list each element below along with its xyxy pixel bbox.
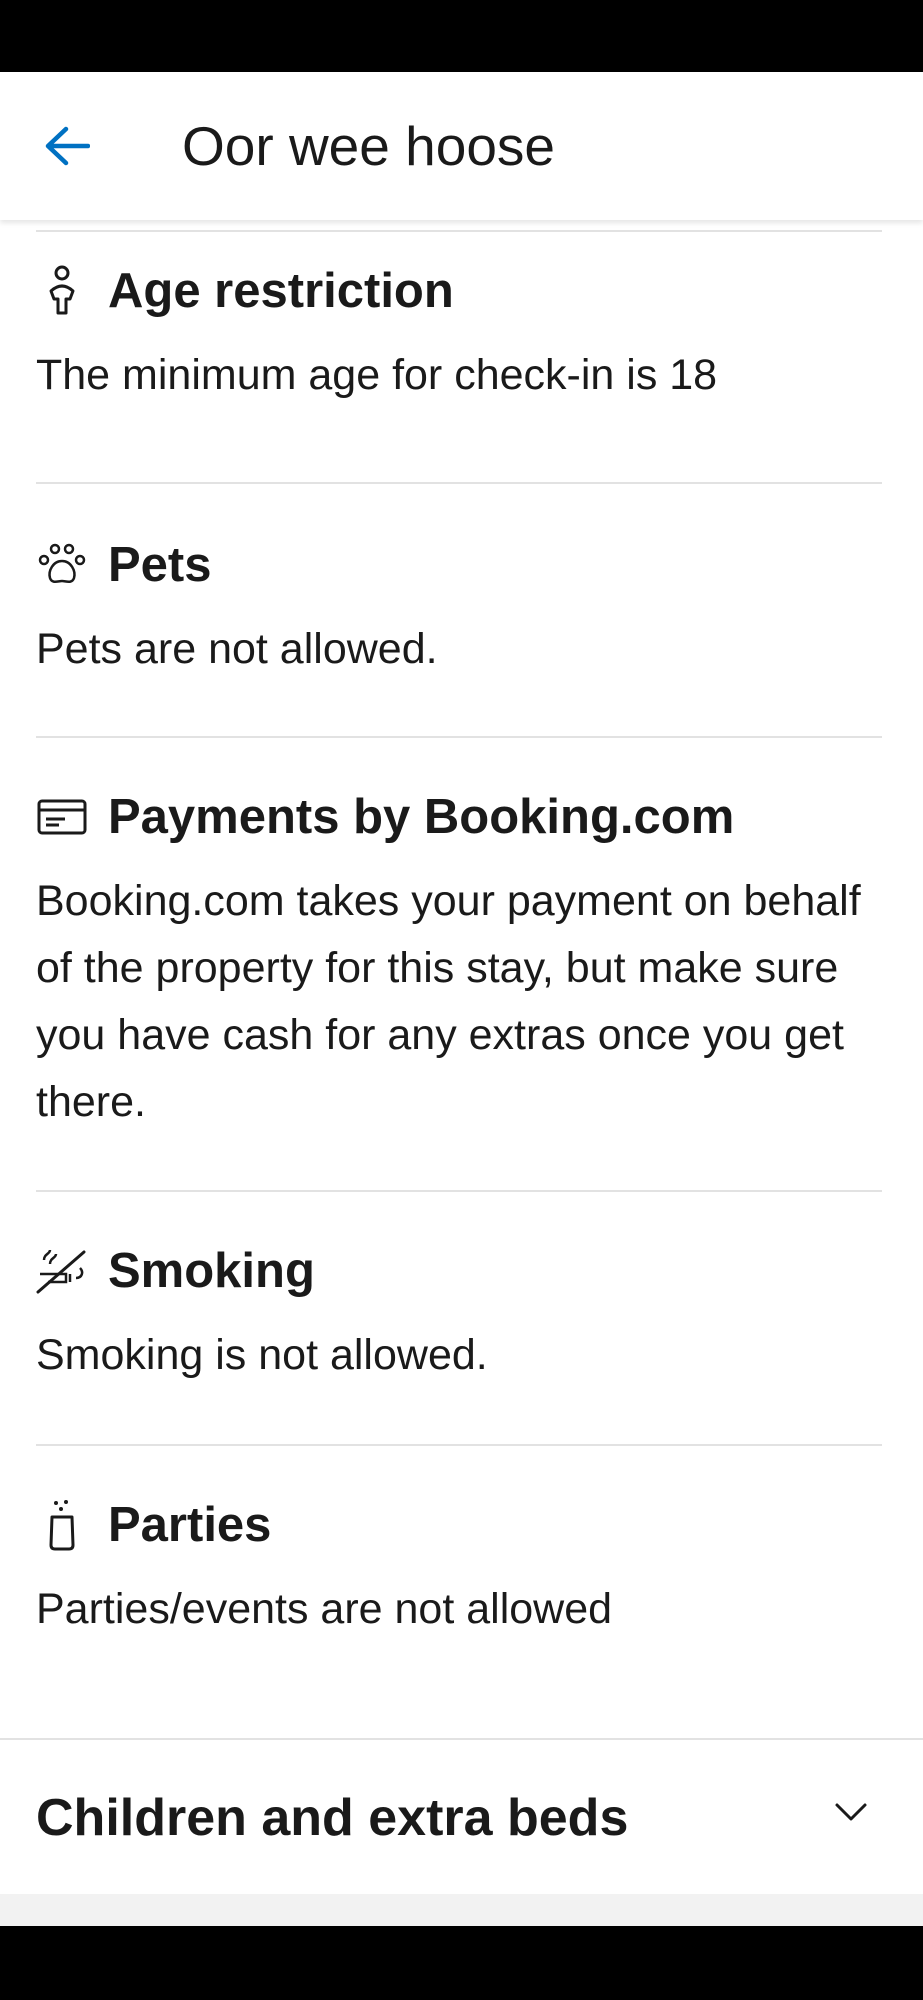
rule-title: Smoking — [108, 1244, 315, 1298]
rule-body: The minimum age for check-in is 18 — [36, 351, 718, 399]
system-nav-bar — [0, 1926, 923, 2000]
divider — [36, 1444, 882, 1446]
person-icon — [36, 265, 88, 317]
section-title: Children and extra beds — [36, 1789, 629, 1847]
divider — [36, 1190, 882, 1192]
rule-pets: Pets Pets are not allowed. — [36, 530, 882, 683]
rule-smoking: Smoking Smoking is not allowed. — [36, 1236, 882, 1389]
app-header: Oor wee hoose — [0, 72, 923, 220]
rule-title: Payments by Booking.com — [108, 790, 735, 844]
chevron-down-icon — [831, 1792, 871, 1832]
divider — [36, 736, 882, 738]
rule-title: Age restriction — [108, 264, 454, 318]
credit-card-icon — [36, 791, 88, 843]
back-button[interactable] — [22, 106, 112, 186]
no-smoking-icon — [36, 1245, 88, 1297]
rule-age-restriction: Age restriction The minimum age for chec… — [36, 256, 882, 409]
rule-body: Booking.com takes your payment on behalf… — [36, 877, 861, 1126]
children-and-extra-beds-toggle[interactable]: Children and extra beds — [0, 1742, 923, 1894]
rule-parties: Parties Parties/events are not allowed — [36, 1490, 882, 1643]
party-icon — [36, 1499, 88, 1551]
page-title: Oor wee hoose — [182, 115, 555, 177]
rule-header: Pets — [36, 530, 882, 600]
arrow-left-icon — [45, 126, 90, 166]
rule-header: Smoking — [36, 1236, 882, 1306]
divider — [0, 1738, 923, 1740]
rule-title: Parties — [108, 1498, 272, 1552]
status-bar — [0, 0, 923, 72]
section-separator — [0, 1894, 923, 1926]
rule-title: Pets — [108, 538, 212, 592]
rule-header: Parties — [36, 1490, 882, 1560]
rule-payments: Payments by Booking.com Booking.com take… — [36, 782, 882, 1136]
rule-header: Age restriction — [36, 256, 882, 326]
rule-body: Smoking is not allowed. — [36, 1331, 488, 1379]
rule-body: Pets are not allowed. — [36, 625, 438, 673]
divider — [36, 230, 882, 232]
rule-body: Parties/events are not allowed — [36, 1585, 613, 1633]
paw-icon — [36, 539, 88, 591]
divider — [36, 482, 882, 484]
rule-header: Payments by Booking.com — [36, 782, 882, 852]
